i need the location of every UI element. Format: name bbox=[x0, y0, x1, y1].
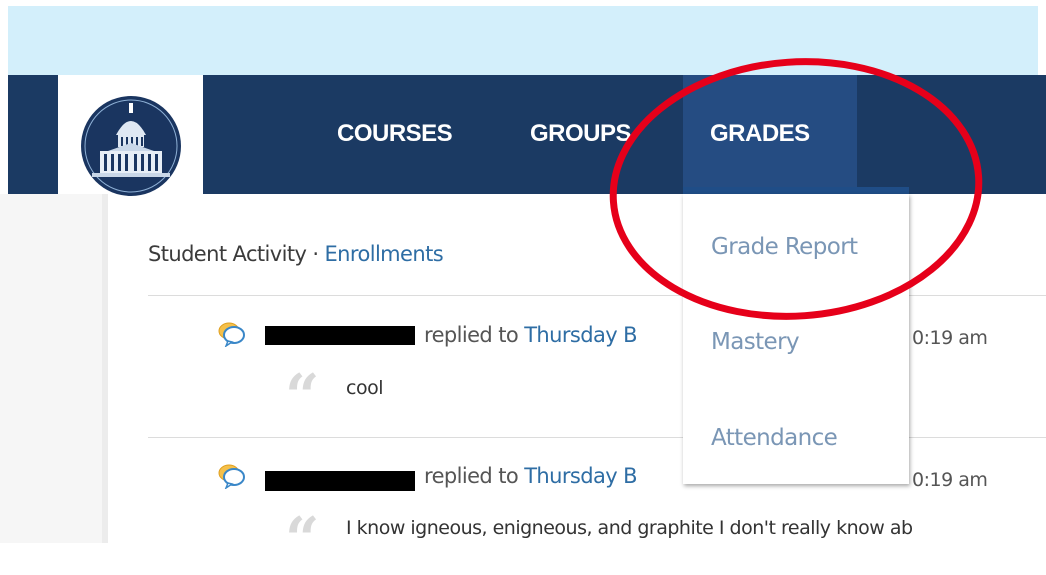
nav-active-underline bbox=[683, 187, 909, 194]
enrollments-link[interactable]: Enrollments bbox=[325, 242, 444, 266]
divider bbox=[148, 437, 1046, 438]
title-separator: · bbox=[312, 242, 319, 266]
divider bbox=[148, 295, 1046, 296]
nav-grades[interactable]: GRADES bbox=[710, 118, 810, 150]
comment-text: I know igneous, enigneous, and graphite … bbox=[346, 517, 913, 539]
reply-line: replied to Thursday B bbox=[424, 464, 638, 488]
reply-action: replied to bbox=[424, 323, 519, 347]
top-banner bbox=[8, 6, 1038, 75]
reply-target-link[interactable]: Thursday B bbox=[524, 464, 637, 488]
reply-timestamp: 0:19 am bbox=[912, 469, 988, 491]
redacted-name bbox=[265, 326, 415, 345]
content-edge-shadow bbox=[102, 194, 108, 543]
quote-icon: “ bbox=[285, 362, 320, 432]
reply-target-link[interactable]: Thursday B bbox=[524, 323, 637, 347]
chat-bubbles-icon bbox=[218, 322, 245, 347]
menu-item-mastery[interactable]: Mastery bbox=[711, 329, 800, 355]
activity-header: Student Activity · Enrollments bbox=[148, 242, 444, 266]
reply-action: replied to bbox=[424, 464, 519, 488]
activity-title: Student Activity bbox=[148, 242, 307, 266]
quote-icon: “ bbox=[285, 505, 320, 575]
nav-courses[interactable]: COURSES bbox=[337, 118, 453, 150]
redacted-name bbox=[265, 471, 415, 491]
comment-text: cool bbox=[346, 377, 383, 399]
nav-groups[interactable]: GROUPS bbox=[530, 118, 632, 150]
reply-timestamp: 0:19 am bbox=[912, 327, 988, 349]
menu-item-grade-report[interactable]: Grade Report bbox=[711, 234, 858, 260]
chat-bubbles-icon bbox=[218, 464, 245, 489]
capitol-dome-logo[interactable] bbox=[78, 93, 184, 199]
left-rail bbox=[0, 194, 102, 543]
reply-line: replied to Thursday B bbox=[424, 323, 638, 347]
grades-dropdown-menu: Grade Report Mastery Attendance bbox=[683, 194, 909, 484]
menu-item-attendance[interactable]: Attendance bbox=[711, 425, 838, 451]
